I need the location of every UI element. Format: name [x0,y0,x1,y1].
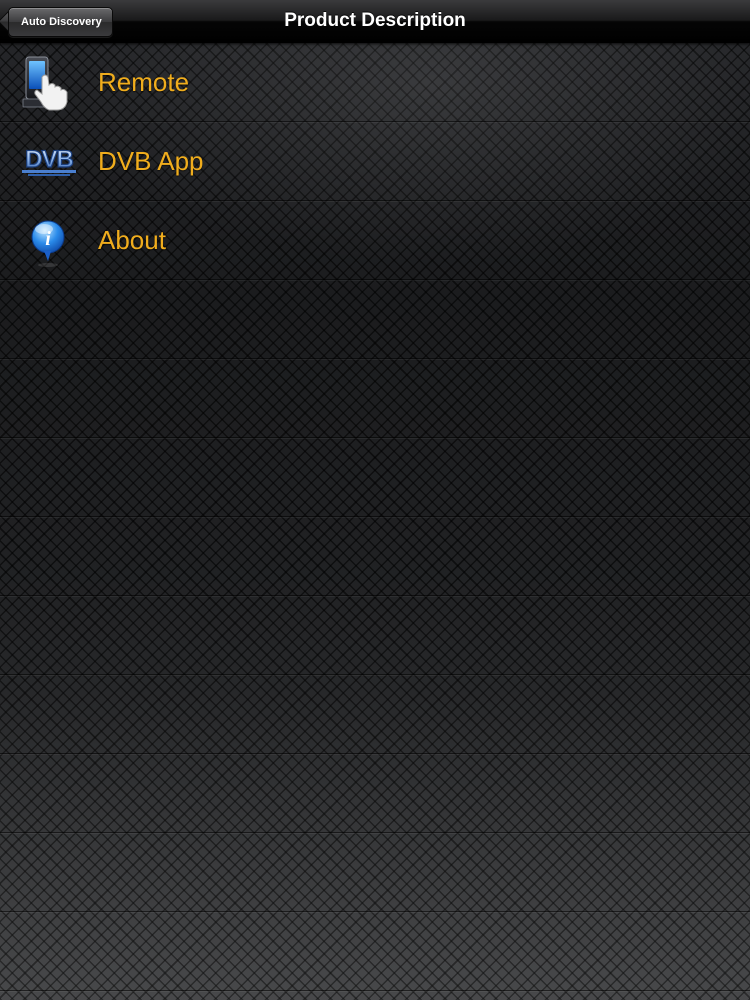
empty-row [0,438,750,517]
list-item-label: Remote [98,67,190,97]
page-title: Product Description [284,10,466,31]
empty-row [0,833,750,912]
remote-touch-icon [22,56,68,111]
info-icon: i [31,220,65,267]
list-item-remote[interactable]: Remote [0,43,750,122]
navigation-bar: Auto Discovery Product Description [0,0,750,43]
list-item-dvb-app[interactable]: DVB DVB App [0,122,750,201]
list-item-about[interactable]: i About [0,201,750,280]
product-menu-list: Remote DVB DVB App i About [0,43,750,991]
svg-text:i: i [45,228,51,250]
list-item-label: DVB App [98,146,204,176]
empty-row [0,675,750,754]
empty-row [0,517,750,596]
list-item-label: About [98,225,166,255]
empty-row [0,280,750,359]
empty-row [0,596,750,675]
empty-row [0,359,750,438]
dvb-logo-icon: DVB [22,145,76,176]
empty-row [0,754,750,833]
empty-row [0,912,750,991]
svg-text:DVB: DVB [25,146,73,173]
